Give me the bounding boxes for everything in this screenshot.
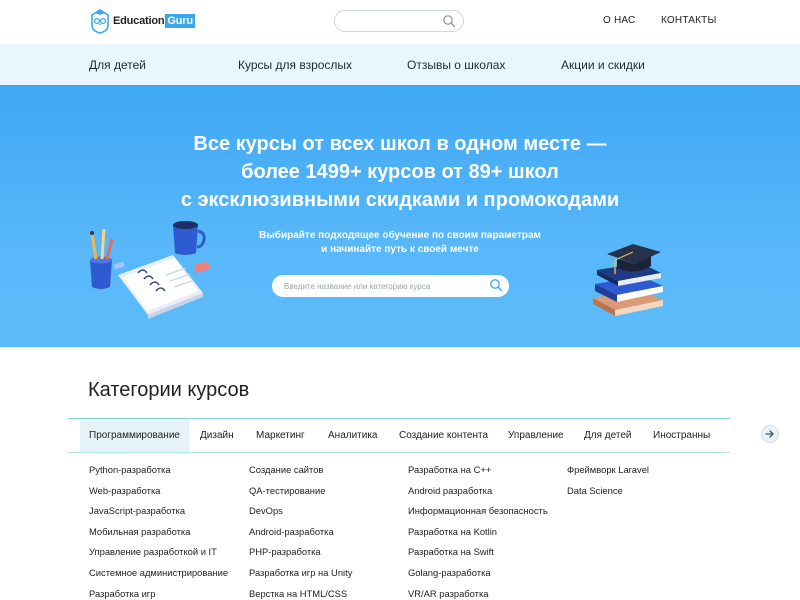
tab-marketing[interactable]: Маркетинг: [256, 419, 305, 452]
category-link[interactable]: VR/AR разработка: [408, 587, 548, 600]
tab-management[interactable]: Управление: [508, 419, 564, 452]
hero-banner: Все курсы от всех школ в одном месте — б…: [0, 85, 800, 347]
category-link[interactable]: Разработка на C++: [408, 463, 548, 484]
tab-design[interactable]: Дизайн: [200, 419, 234, 452]
category-link[interactable]: Разработка на Kotlin: [408, 525, 548, 546]
category-link[interactable]: Разработка игр на Unity: [249, 566, 352, 587]
books-graduation-cap-illustration: [593, 244, 663, 316]
logo-owl-icon: [91, 9, 109, 34]
tab-programming[interactable]: Программирование: [80, 419, 189, 452]
category-link[interactable]: Android-разработка: [249, 525, 352, 546]
hero-search-input[interactable]: [272, 275, 472, 297]
category-link[interactable]: Golang-разработка: [408, 566, 548, 587]
category-column: Создание сайтов QA-тестирование DevOps A…: [249, 463, 352, 600]
category-link[interactable]: Data Science: [567, 484, 649, 505]
tab-analytics[interactable]: Аналитика: [328, 419, 378, 452]
arrow-right-icon: [765, 430, 774, 438]
category-link[interactable]: Создание сайтов: [249, 463, 352, 484]
hero-title-line: более 1499+ курсов от 89+ школ: [241, 161, 559, 183]
category-link[interactable]: Информационная безопасность: [408, 504, 548, 525]
category-link[interactable]: Фреймворк Laravel: [567, 463, 649, 484]
category-link[interactable]: Python-разработка: [89, 463, 228, 484]
subnav-item-adults[interactable]: Курсы для взрослых: [238, 58, 352, 72]
category-link[interactable]: DevOps: [249, 504, 352, 525]
category-link[interactable]: Верстка на HTML/CSS: [249, 587, 352, 600]
tab-content-creation[interactable]: Создание контента: [399, 419, 488, 452]
category-link[interactable]: Мобильная разработка: [89, 525, 228, 546]
category-link[interactable]: Web-разработка: [89, 484, 228, 505]
tabs-scroll-right-button[interactable]: [761, 425, 779, 443]
logo[interactable]: Education Guru: [89, 8, 195, 34]
hero-search-bar[interactable]: [272, 275, 509, 297]
subnav-item-promos[interactable]: Акции и скидки: [561, 58, 645, 72]
category-link[interactable]: JavaScript-разработка: [89, 504, 228, 525]
logo-text-education: Education: [113, 15, 165, 27]
hero-title: Все курсы от всех школ в одном месте — б…: [0, 130, 800, 214]
hero-title-line: с эксклюзивными скидками и промокодами: [180, 189, 620, 211]
category-link[interactable]: Разработка игр: [89, 587, 228, 600]
category-column: Разработка на C++ Android разработка Инф…: [408, 463, 548, 600]
categories-title: Категории курсов: [88, 379, 250, 401]
nav-link-about[interactable]: О НАС: [603, 15, 635, 26]
category-link[interactable]: PHP-разработка: [249, 545, 352, 566]
hero-title-line: Все курсы от всех школ в одном месте —: [193, 133, 607, 155]
logo-text-guru: Guru: [165, 14, 195, 28]
subnav-item-kids[interactable]: Для детей: [89, 58, 146, 72]
category-link[interactable]: Системное администрирование: [89, 566, 228, 587]
search-icon[interactable]: [442, 14, 456, 28]
logo-text: Education Guru: [113, 14, 195, 28]
category-link[interactable]: Управление разработкой и IT: [89, 545, 228, 566]
header-search-input[interactable]: [334, 10, 464, 32]
category-link[interactable]: Разработка на Swift: [408, 545, 548, 566]
notebook-and-mug-illustration: [90, 221, 210, 319]
category-link[interactable]: QA-тестирование: [249, 484, 352, 505]
subnav-item-reviews[interactable]: Отзывы о школах: [407, 58, 505, 72]
search-icon[interactable]: [489, 278, 503, 292]
tab-foreign-languages[interactable]: Иностранные: [653, 419, 711, 452]
category-tabs: Программирование Дизайн Маркетинг Аналит…: [68, 418, 779, 453]
tab-kids[interactable]: Для детей: [584, 419, 631, 452]
top-header: Education Guru О НАС КОНТАКТЫ: [0, 0, 800, 44]
subnav: Для детей Курсы для взрослых Отзывы о шк…: [0, 44, 800, 85]
category-link[interactable]: Android разработка: [408, 484, 548, 505]
category-column: Фреймворк Laravel Data Science: [567, 463, 649, 504]
nav-link-contacts[interactable]: КОНТАКТЫ: [661, 15, 717, 26]
category-column: Python-разработка Web-разработка JavaScr…: [89, 463, 228, 600]
